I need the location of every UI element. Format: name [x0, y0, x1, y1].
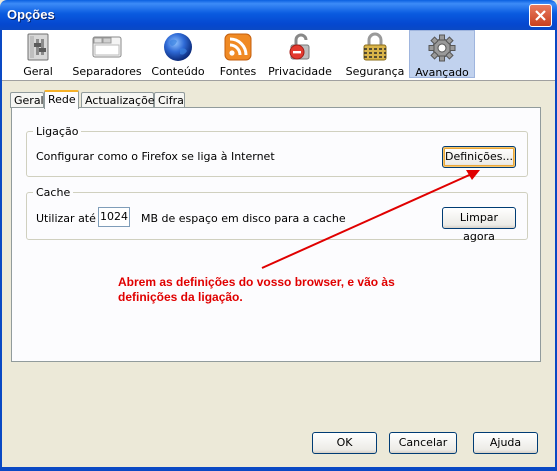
cancel-button[interactable]: Cancelar — [389, 432, 457, 454]
annotation-arrow — [261, 170, 480, 269]
ok-button[interactable]: OK — [312, 432, 377, 454]
help-button[interactable]: Ajuda — [473, 432, 538, 454]
annotation-text: Abrem as definições do vosso browser, e … — [118, 275, 395, 304]
tab-network[interactable]: Rede — [44, 90, 79, 109]
